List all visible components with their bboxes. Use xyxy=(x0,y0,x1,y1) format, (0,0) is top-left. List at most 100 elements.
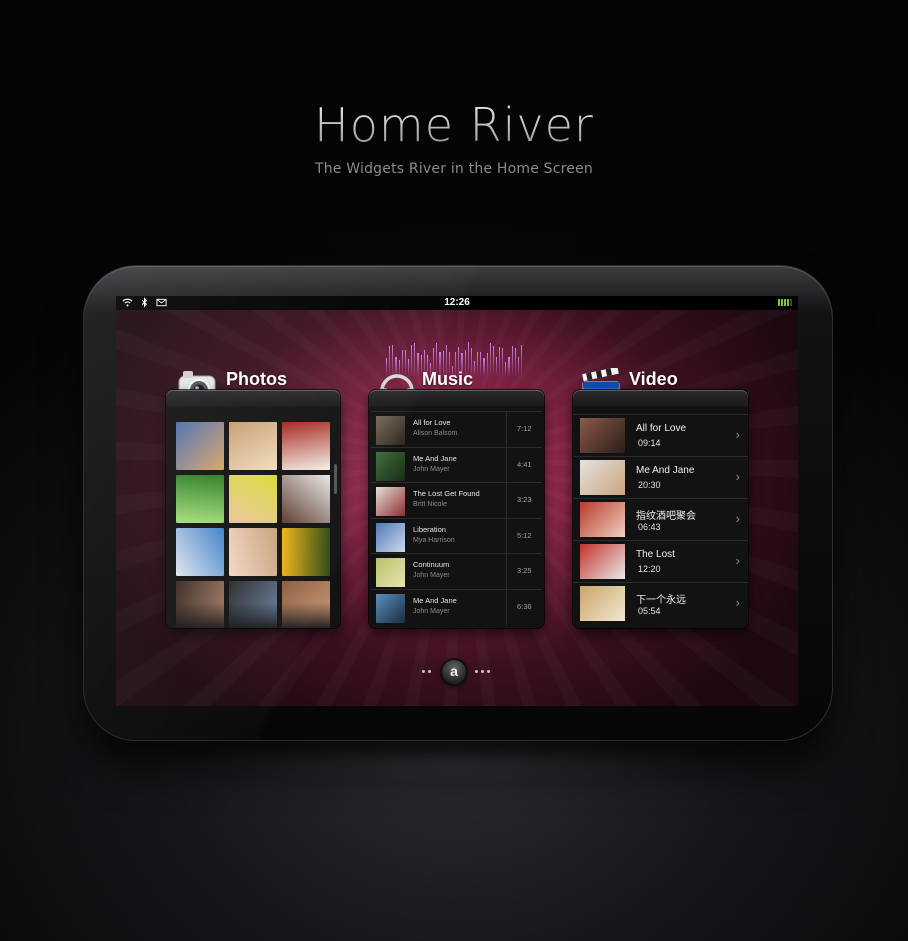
video-row[interactable]: Me And Jane 20:30 › xyxy=(574,456,748,498)
video-row[interactable]: 指纹酒吧聚会 06:43 › xyxy=(574,498,748,540)
visualizer-bar xyxy=(514,347,516,376)
video-duration: 09:14 xyxy=(638,438,661,448)
photo-thumbnail[interactable] xyxy=(229,581,277,628)
visualizer-bar xyxy=(505,361,507,376)
album-art xyxy=(376,593,405,623)
visualizer-bar xyxy=(486,352,488,376)
chevron-right-icon[interactable]: › xyxy=(736,511,740,526)
page-subtitle: The Widgets River in the Home Screen xyxy=(314,161,594,177)
photo-thumbnail[interactable] xyxy=(282,475,330,523)
pager-dot[interactable] xyxy=(487,670,490,673)
photo-thumbnail[interactable] xyxy=(282,581,330,628)
pager-dot[interactable] xyxy=(428,670,431,673)
album-art xyxy=(376,451,405,481)
visualizer-bar xyxy=(521,344,523,376)
photo-grid xyxy=(176,422,334,628)
chevron-right-icon[interactable]: › xyxy=(736,469,740,484)
track-title: All for Love xyxy=(413,418,451,427)
video-title-text: The Lost xyxy=(636,549,675,560)
video-duration: 05:54 xyxy=(638,606,661,616)
track-title: Me And Jane xyxy=(413,453,457,463)
visualizer-bar xyxy=(473,361,476,376)
photo-thumbnail[interactable] xyxy=(282,528,330,576)
music-track-row[interactable]: The Lost Get Found Britt Nicole 3:23 xyxy=(371,482,542,518)
battery-icon xyxy=(778,299,792,306)
video-thumbnail xyxy=(580,460,625,495)
video-title-text: All for Love xyxy=(636,423,687,434)
visualizer-bar xyxy=(489,342,491,376)
music-track-row[interactable]: Me And Jane John Mayer 4:41 xyxy=(371,446,542,483)
music-track-row[interactable]: Me And Jane John Mayer 6:36 xyxy=(371,588,542,625)
video-duration: 20:30 xyxy=(638,480,661,490)
track-title: Me And Jane xyxy=(413,595,457,605)
photo-thumbnail[interactable] xyxy=(176,422,224,470)
video-title-text: 指纹酒吧聚会 xyxy=(636,511,696,522)
visualizer-bar xyxy=(517,356,520,376)
status-bar: 12:26 xyxy=(116,296,798,310)
track-duration: 3:25 xyxy=(517,566,532,575)
track-duration: 3:23 xyxy=(517,495,532,504)
photo-thumbnail[interactable] xyxy=(229,475,277,523)
track-title: Continuum xyxy=(413,560,450,569)
photo-thumbnail[interactable] xyxy=(229,422,277,470)
video-thumbnail xyxy=(580,586,625,621)
track-artist: John Mayer xyxy=(413,465,450,473)
visualizer-bar xyxy=(508,356,510,376)
track-title: The Lost Get Found xyxy=(413,489,480,498)
page-title: Home River xyxy=(0,98,908,152)
album-art xyxy=(376,558,405,587)
photos-title: Photos xyxy=(226,369,287,389)
music-widget: All for Love Alison Balsom 7:12 Me And Jane… xyxy=(369,390,544,628)
chevron-right-icon[interactable]: › xyxy=(736,427,740,442)
visualizer-bar xyxy=(477,352,479,376)
photo-thumbnail[interactable] xyxy=(229,528,277,576)
pager-dot[interactable] xyxy=(481,670,484,673)
album-art xyxy=(376,522,405,552)
photos-widget xyxy=(166,390,340,628)
visualizer-bar xyxy=(499,347,501,376)
track-artist: John Mayer xyxy=(413,572,450,579)
visualizer-bar xyxy=(502,348,504,376)
visualizer-bar xyxy=(495,357,498,376)
track-artist: Britt Nicole xyxy=(413,501,447,508)
home-pager: a xyxy=(420,659,496,685)
chevron-right-icon[interactable]: › xyxy=(736,553,740,568)
home-button[interactable]: a xyxy=(442,660,466,684)
video-thumbnail xyxy=(580,502,625,537)
video-title: Video xyxy=(629,369,678,389)
video-row[interactable]: 下一个永远 05:54 › xyxy=(574,582,748,624)
video-widget: All for Love 09:14 › Me And Jane 20:30 › 指纹酒吧聚… xyxy=(573,390,748,628)
video-row[interactable]: All for Love 09:14 › xyxy=(574,414,748,456)
photo-thumbnail[interactable] xyxy=(176,475,224,523)
video-thumbnail xyxy=(580,544,625,579)
track-artist: Mya Harrison xyxy=(413,536,455,544)
video-thumbnail xyxy=(580,418,625,453)
video-title-text: 下一个永远 xyxy=(636,595,686,606)
photo-thumbnail[interactable] xyxy=(282,422,330,470)
track-duration: 5:12 xyxy=(517,530,532,540)
track-duration: 4:41 xyxy=(517,459,532,469)
visualizer-bar xyxy=(480,351,482,376)
status-clock: 12:26 xyxy=(444,297,470,308)
track-title: Liberation xyxy=(413,524,446,534)
track-duration: 7:12 xyxy=(517,424,532,433)
music-title: Music xyxy=(422,369,474,389)
video-duration: 12:20 xyxy=(638,564,661,574)
home-button-glyph: a xyxy=(450,663,458,679)
video-row[interactable]: The Lost 12:20 › xyxy=(574,540,748,582)
chevron-right-icon[interactable]: › xyxy=(736,595,740,610)
album-art xyxy=(376,416,405,445)
photo-thumbnail[interactable] xyxy=(176,581,224,628)
music-track-row[interactable]: Liberation Mya Harrison 5:12 xyxy=(371,517,542,554)
visualizer-bar xyxy=(492,346,494,376)
pager-dot[interactable] xyxy=(475,670,478,673)
photo-thumbnail[interactable] xyxy=(176,528,224,576)
pager-dot[interactable] xyxy=(422,670,425,673)
photos-scrollbar[interactable] xyxy=(334,464,337,494)
music-track-row[interactable]: Continuum John Mayer 3:25 xyxy=(371,553,542,589)
visualizer-bar xyxy=(483,357,485,376)
album-art xyxy=(376,487,405,516)
tablet-reflection xyxy=(180,745,730,785)
music-track-row[interactable]: All for Love Alison Balsom 7:12 xyxy=(371,411,542,447)
visualizer-bar xyxy=(511,345,513,376)
